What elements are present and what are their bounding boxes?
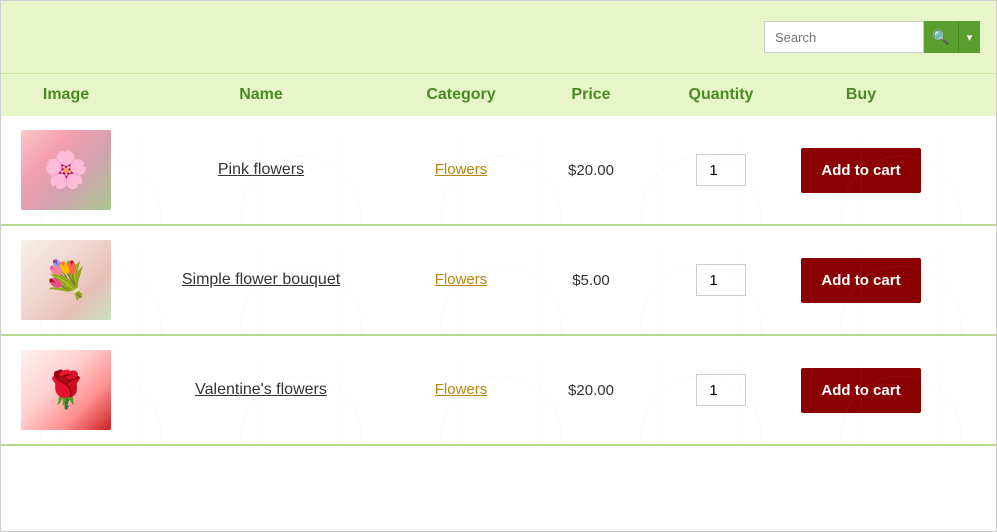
- product-quantity-cell: [651, 154, 791, 186]
- search-wrapper: 🔍 ▾: [764, 21, 980, 53]
- col-header-name: Name: [131, 86, 391, 104]
- quantity-input[interactable]: [696, 264, 746, 296]
- product-image-cell: [1, 240, 131, 320]
- product-image-cell: [1, 130, 131, 210]
- col-header-quantity: Quantity: [651, 86, 791, 104]
- product-name-cell: Valentine's flowers: [131, 381, 391, 399]
- product-price-cell: $5.00: [531, 272, 651, 289]
- column-headers: Image Name Category Price Quantity Buy: [1, 73, 996, 116]
- product-price: $5.00: [572, 272, 610, 289]
- add-to-cart-button[interactable]: Add to cart: [801, 258, 920, 303]
- product-quantity-cell: [651, 374, 791, 406]
- product-quantity-cell: [651, 264, 791, 296]
- quantity-input[interactable]: [696, 374, 746, 406]
- product-name-link[interactable]: Pink flowers: [218, 161, 304, 178]
- add-to-cart-button[interactable]: Add to cart: [801, 368, 920, 413]
- product-buy-cell: Add to cart: [791, 258, 931, 303]
- product-image: [21, 240, 111, 320]
- product-name-link[interactable]: Simple flower bouquet: [182, 271, 340, 288]
- col-header-image: Image: [1, 86, 131, 104]
- table-row: Simple flower bouquet Flowers $5.00 Add …: [1, 226, 996, 336]
- product-price-cell: $20.00: [531, 162, 651, 179]
- product-category-link[interactable]: Flowers: [435, 381, 488, 398]
- search-input[interactable]: [764, 21, 924, 53]
- search-icon: 🔍: [932, 29, 949, 46]
- product-buy-cell: Add to cart: [791, 368, 931, 413]
- product-price-cell: $20.00: [531, 382, 651, 399]
- table-row: Valentine's flowers Flowers $20.00 Add t…: [1, 336, 996, 446]
- product-category-cell: Flowers: [391, 381, 531, 399]
- product-name-link[interactable]: Valentine's flowers: [195, 381, 327, 398]
- table-row: Pink flowers Flowers $20.00 Add to cart: [1, 116, 996, 226]
- product-price: $20.00: [568, 382, 614, 399]
- quantity-input[interactable]: [696, 154, 746, 186]
- product-buy-cell: Add to cart: [791, 148, 931, 193]
- add-to-cart-button[interactable]: Add to cart: [801, 148, 920, 193]
- product-name-cell: Simple flower bouquet: [131, 271, 391, 289]
- col-header-buy: Buy: [791, 86, 931, 104]
- col-header-category: Category: [391, 86, 531, 104]
- product-price: $20.00: [568, 162, 614, 179]
- search-dropdown-button[interactable]: ▾: [958, 21, 980, 53]
- product-category-link[interactable]: Flowers: [435, 271, 488, 288]
- product-name-cell: Pink flowers: [131, 161, 391, 179]
- search-button[interactable]: 🔍: [924, 21, 958, 53]
- product-image: [21, 130, 111, 210]
- col-header-price: Price: [531, 86, 651, 104]
- product-category-cell: Flowers: [391, 271, 531, 289]
- chevron-down-icon: ▾: [967, 31, 973, 44]
- product-category-link[interactable]: Flowers: [435, 161, 488, 178]
- header: 🔍 ▾: [1, 1, 996, 73]
- product-category-cell: Flowers: [391, 161, 531, 179]
- product-image: [21, 350, 111, 430]
- product-image-cell: [1, 350, 131, 430]
